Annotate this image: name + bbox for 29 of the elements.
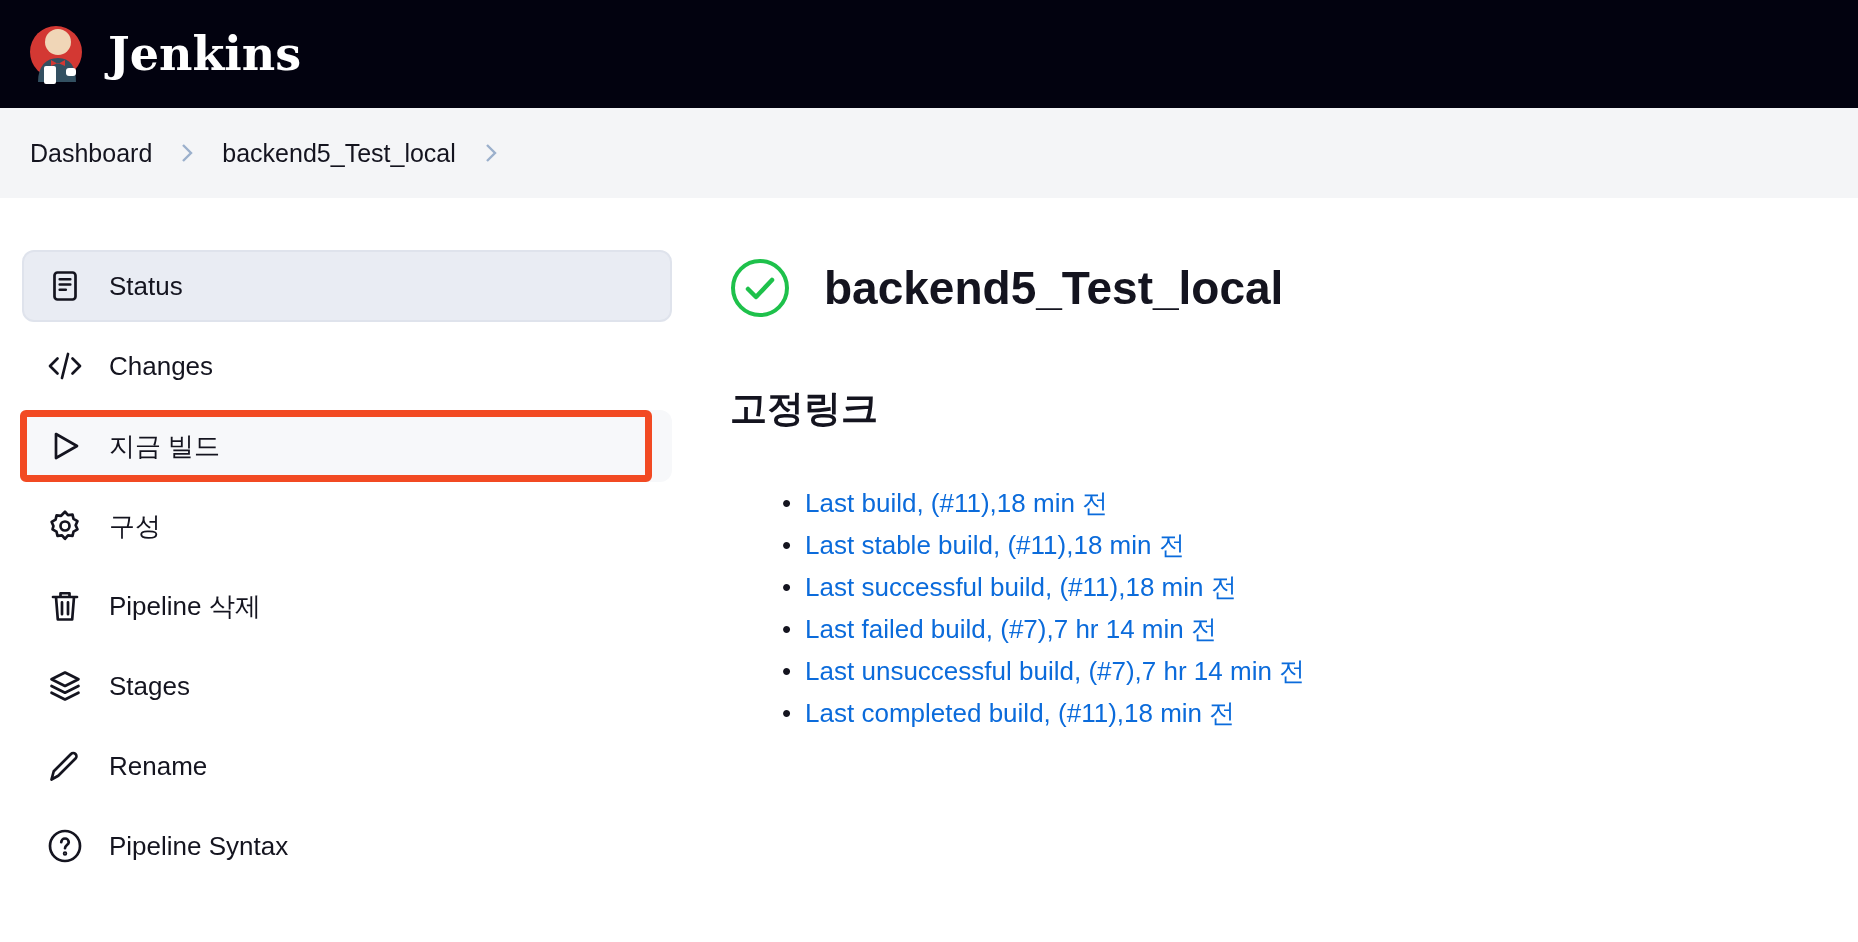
help-icon <box>47 828 83 864</box>
breadcrumb-link[interactable]: Dashboard <box>30 138 153 168</box>
sidebar-item[interactable]: Pipeline 삭제 <box>22 570 672 642</box>
section-heading: 고정링크 <box>730 387 879 431</box>
bullet: • <box>782 487 792 520</box>
permalink[interactable]: Last successful build, (#11),18 min 전 <box>805 566 1237 608</box>
success-icon <box>730 258 790 318</box>
chevron-icon[interactable] <box>180 142 195 164</box>
sidebar-item[interactable]: Stages <box>22 650 672 722</box>
bullet: • <box>782 697 792 730</box>
breadcrumb-link[interactable]: backend5_Test_local <box>222 138 456 168</box>
sidebar-item[interactable]: Pipeline Syntax <box>22 810 672 882</box>
bullet: • <box>782 613 792 646</box>
sidebar-item[interactable]: Status <box>22 250 672 322</box>
chevron-icon[interactable] <box>483 142 498 164</box>
job-title: backend5_Test_local <box>824 261 1284 315</box>
permalink[interactable]: Last unsuccessful build, (#7),7 hr 14 min 전 <box>805 650 1306 692</box>
bullet: • <box>782 571 792 604</box>
permalink[interactable]: Last completed build, (#11),18 min 전 <box>805 692 1236 734</box>
sidebar-item[interactable]: Changes <box>22 330 672 402</box>
permalink[interactable]: Last failed build, (#7),7 hr 14 min 전 <box>805 608 1217 650</box>
sidebar-item[interactable]: 지금 빌드 <box>22 410 672 482</box>
sidebar-item[interactable]: 구성 <box>22 490 672 562</box>
bullet: • <box>782 655 792 688</box>
permalink[interactable]: Last build, (#11),18 min 전 <box>805 482 1109 524</box>
permalink[interactable]: Last stable build, (#11),18 min 전 <box>805 524 1185 566</box>
layers-icon <box>47 668 83 704</box>
sidebar-item[interactable]: Rename <box>22 730 672 802</box>
bullet: • <box>782 529 792 562</box>
